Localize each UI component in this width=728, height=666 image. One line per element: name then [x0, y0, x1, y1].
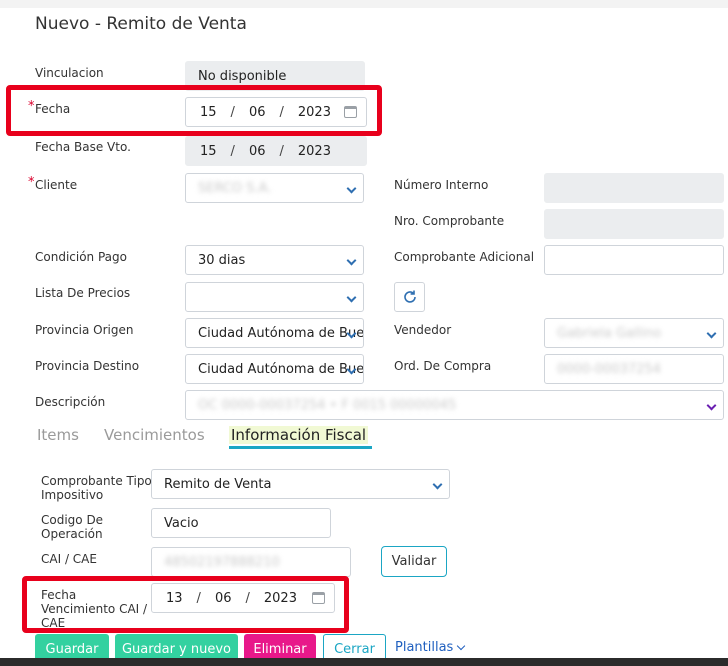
lista-precios-select[interactable]: [185, 282, 364, 312]
date-separator: /: [230, 143, 235, 159]
plantillas-label: Plantillas: [395, 640, 454, 655]
provincia-destino-select[interactable]: Ciudad Autónoma de Buenos Aires: [185, 354, 364, 384]
fecha-venc-label: Fecha Vencimiento CAI / CAE: [41, 588, 147, 630]
comprobante-tipo-label-line1: Comprobante Tipo: [41, 474, 152, 488]
ord-compra-input[interactable]: 0000-00037254: [544, 354, 724, 384]
chevron-down-icon: [346, 292, 357, 303]
validar-button[interactable]: Validar: [381, 546, 447, 577]
fecha-venc-year[interactable]: 2023: [264, 591, 297, 606]
provincia-destino-value: Ciudad Autónoma de Buenos Aires: [198, 361, 364, 377]
date-separator: /: [230, 104, 235, 120]
descripcion-label: Descripción: [35, 395, 106, 409]
comprobante-adicional-label: Comprobante Adicional: [394, 250, 535, 264]
cai-cae-value: 48502197888210: [164, 554, 280, 570]
date-separator: /: [279, 143, 284, 159]
ord-compra-label: Ord. De Compra: [394, 359, 492, 373]
vendedor-select[interactable]: Gabriela Gallino: [544, 318, 724, 348]
fecha-venc-day[interactable]: 13: [166, 591, 183, 606]
provincia-origen-label: Provincia Origen: [35, 323, 134, 337]
vendedor-value: Gabriela Gallino: [557, 325, 662, 341]
fecha-venc-month[interactable]: 06: [215, 591, 232, 606]
comprobante-tipo-value: Remito de Venta: [164, 476, 272, 492]
provincia-destino-label: Provincia Destino: [35, 359, 140, 373]
top-strip: [0, 0, 728, 8]
fecha-base-vto-label: Fecha Base Vto.: [35, 140, 131, 154]
numero-interno-label: Número Interno: [394, 178, 489, 192]
fecha-base-month: 06: [248, 143, 266, 159]
fecha-venc-label-line1: Fecha: [41, 588, 77, 602]
chevron-down-icon: [346, 255, 357, 266]
cliente-value: SERCO S.A.: [198, 180, 272, 196]
nro-comprobante-field: [544, 209, 724, 239]
cai-cae-input[interactable]: 48502197888210: [151, 547, 351, 577]
page-title: Nuevo - Remito de Venta: [35, 14, 247, 34]
fecha-day[interactable]: 15: [200, 105, 217, 120]
comprobante-adicional-input[interactable]: [544, 245, 724, 275]
provincia-origen-select[interactable]: Ciudad Autónoma de Buenos Aires: [185, 318, 364, 348]
provincia-origen-value: Ciudad Autónoma de Buenos Aires: [198, 325, 364, 341]
vinculacion-value: No disponible: [198, 68, 287, 84]
tab-informacion-fiscal[interactable]: Información Fiscal: [229, 426, 369, 444]
fecha-venc-date-input[interactable]: 13 / 06 / 2023: [151, 583, 335, 613]
vendedor-label: Vendedor: [394, 323, 452, 337]
fecha-base-vto-field: 15 / 06 / 2023: [185, 136, 367, 166]
fecha-year[interactable]: 2023: [298, 105, 331, 120]
plantillas-dropdown[interactable]: Plantillas: [395, 640, 466, 655]
fecha-date-input[interactable]: 15 / 06 / 2023: [185, 97, 367, 127]
refresh-button[interactable]: [394, 282, 425, 312]
bottom-taskbar-strip: [0, 658, 728, 666]
date-separator: /: [245, 590, 250, 606]
chevron-down-icon: [346, 183, 357, 194]
refresh-icon: [403, 290, 416, 303]
chevron-down-icon: [706, 328, 717, 339]
fecha-base-day: 15: [200, 143, 217, 159]
nro-comprobante-label: Nro. Comprobante: [394, 214, 505, 228]
tab-items[interactable]: Items: [37, 426, 79, 444]
descripcion-select[interactable]: OC 0000-00037254 • F 0015 00000045: [185, 390, 724, 420]
fecha-label: Fecha: [35, 102, 71, 116]
codigo-operacion-label-line2: Operación: [41, 527, 103, 541]
codigo-operacion-value: Vacio: [164, 515, 199, 531]
comprobante-tipo-label: Comprobante Tipo Impositivo: [41, 474, 152, 502]
condicion-pago-label: Condición Pago: [35, 250, 127, 264]
calendar-icon[interactable]: [344, 106, 357, 118]
fecha-venc-label-line3: CAE: [41, 616, 66, 630]
ord-compra-value: 0000-00037254: [557, 361, 661, 377]
date-separator: /: [279, 104, 284, 120]
chevron-down-icon: [457, 641, 466, 650]
codigo-operacion-input[interactable]: Vacio: [151, 508, 331, 538]
fecha-venc-label-line2: Vencimiento CAI /: [41, 602, 148, 616]
chevron-down-icon: [706, 400, 717, 411]
cai-cae-label: CAI / CAE: [41, 552, 97, 566]
cliente-label: Cliente: [35, 178, 78, 192]
calendar-icon[interactable]: [312, 592, 325, 604]
condicion-pago-value: 30 dias: [198, 252, 246, 268]
required-asterisk: *: [28, 175, 35, 190]
comprobante-tipo-select[interactable]: Remito de Venta: [151, 469, 450, 499]
required-asterisk: *: [28, 99, 35, 114]
fecha-base-year: 2023: [297, 143, 331, 159]
tab-vencimientos[interactable]: Vencimientos: [104, 426, 205, 444]
codigo-operacion-label: Codigo De Operación: [41, 513, 103, 541]
fecha-month[interactable]: 06: [249, 105, 266, 120]
vinculacion-label: Vinculacion: [35, 66, 104, 80]
condicion-pago-select[interactable]: 30 dias: [185, 245, 364, 275]
date-separator: /: [196, 590, 201, 606]
lista-precios-label: Lista De Precios: [35, 286, 131, 300]
descripcion-value: OC 0000-00037254 • F 0015 00000045: [198, 397, 457, 413]
codigo-operacion-label-line1: Codigo De: [41, 513, 104, 527]
cliente-select[interactable]: SERCO S.A.: [185, 173, 364, 203]
numero-interno-field: [544, 173, 724, 203]
chevron-down-icon: [432, 479, 443, 490]
comprobante-tipo-label-line2: Impositivo: [41, 488, 104, 502]
active-tab-underline: [229, 446, 372, 449]
